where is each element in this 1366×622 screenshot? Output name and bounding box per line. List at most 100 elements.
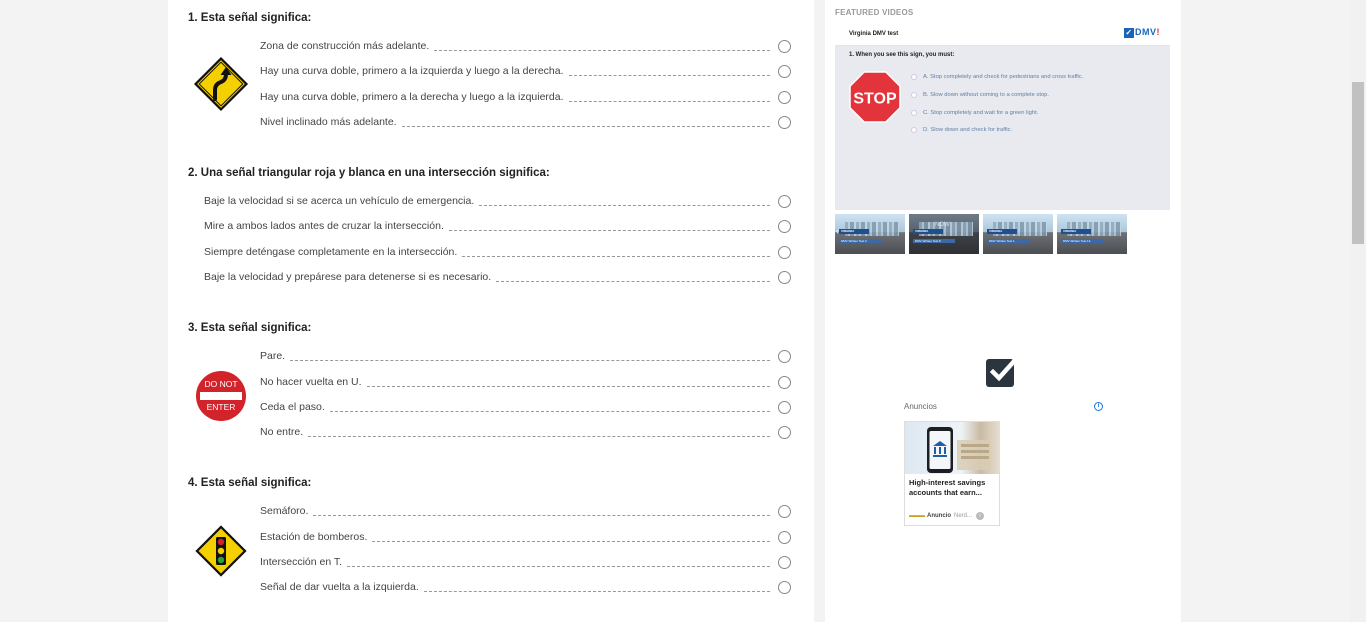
do-not-enter-sign-icon: DO NOT ENTER bbox=[196, 371, 246, 421]
leader-line bbox=[423, 590, 770, 592]
radio-button[interactable] bbox=[778, 90, 791, 104]
radio-button[interactable] bbox=[778, 194, 791, 208]
radio-button[interactable] bbox=[778, 349, 791, 363]
option-label: Intersección en T. bbox=[260, 556, 343, 568]
check-icon: ✓ bbox=[1124, 28, 1134, 38]
ad-badge: Anuncio bbox=[927, 513, 951, 519]
leader-line bbox=[434, 49, 770, 51]
ads-label: Anuncios bbox=[904, 402, 937, 411]
radio-button[interactable] bbox=[778, 400, 791, 414]
question-4-title: 4. Esta señal significa: bbox=[188, 477, 312, 489]
radio-button[interactable] bbox=[778, 219, 791, 233]
video-answer-c: C. Stop completely and wait for a green … bbox=[911, 110, 1038, 116]
option-label: No hacer vuelta en U. bbox=[260, 376, 362, 388]
q4-option-d[interactable]: Señal de dar vuelta a la izquierda. bbox=[260, 579, 791, 595]
video-thumbnail[interactable]: VIRGINIA DMV Written Test 1 bbox=[983, 214, 1053, 254]
q2-option-c[interactable]: Siempre deténgase completamente en la in… bbox=[204, 244, 791, 260]
advertiser-logo-icon: ▬▬▬ bbox=[909, 513, 925, 519]
video-title: Virginia DMV test bbox=[849, 31, 899, 37]
radio-button[interactable] bbox=[778, 580, 791, 594]
answer-text: D. Slow down and check for traffic. bbox=[923, 127, 1013, 133]
option-label: Baje la velocidad si se acerca un vehícu… bbox=[204, 195, 475, 207]
q3-option-c[interactable]: Ceda el paso. bbox=[260, 399, 791, 415]
stop-sign-text: STOP bbox=[853, 91, 897, 108]
option-label: Nivel inclinado más adelante. bbox=[260, 116, 397, 128]
sign-text-bottom: ENTER bbox=[207, 402, 236, 412]
traffic-signal-sign-icon bbox=[195, 525, 247, 577]
ad-card[interactable]: High-interest savings accounts that earn… bbox=[904, 421, 1000, 526]
thumb-tag: VIRGINIA bbox=[839, 229, 869, 234]
q2-option-b[interactable]: Mire a ambos lados antes de cruzar la in… bbox=[204, 218, 791, 234]
phone-bank-icon bbox=[927, 427, 991, 473]
option-label: Siempre deténgase completamente en la in… bbox=[204, 246, 458, 258]
video-answer-a: A. Stop completely and check for pedestr… bbox=[911, 74, 1083, 80]
radio-button[interactable] bbox=[778, 115, 791, 129]
thumb-tag: VIRGINIA bbox=[1061, 229, 1091, 234]
radio-button[interactable] bbox=[778, 425, 791, 439]
q2-option-d[interactable]: Baje la velocidad y prepárese para deten… bbox=[204, 269, 791, 285]
ad-info-icon[interactable]: i bbox=[976, 512, 985, 520]
radio-button[interactable] bbox=[778, 555, 791, 569]
leader-line bbox=[479, 204, 770, 206]
thumb-subtitle: DMV Written Test 3 bbox=[839, 239, 881, 243]
radio-button[interactable] bbox=[778, 245, 791, 259]
option-label: Semáforo. bbox=[260, 505, 309, 517]
radio-button[interactable] bbox=[778, 504, 791, 518]
video-header: Virginia DMV test ✓ DMV! bbox=[835, 22, 1170, 46]
q1-option-b[interactable]: Hay una curva doble, primero a la izquie… bbox=[260, 63, 791, 79]
question-2-title: 2. Una señal triangular roja y blanca en… bbox=[188, 167, 550, 179]
video-thumbnail[interactable]: NOW VIRGINIA DMV Written Test 8 bbox=[909, 214, 979, 254]
q3-option-a[interactable]: Pare. bbox=[260, 348, 791, 364]
answer-text: A. Stop completely and check for pedestr… bbox=[923, 74, 1084, 80]
thumb-tag: VIRGINIA bbox=[913, 229, 943, 234]
video-answer-b: B. Slow down without coming to a complet… bbox=[911, 92, 1049, 98]
leader-line bbox=[347, 565, 770, 567]
leader-line bbox=[448, 229, 770, 231]
radio-button[interactable] bbox=[778, 530, 791, 544]
q2-option-a[interactable]: Baje la velocidad si se acerca un vehícu… bbox=[204, 193, 791, 209]
leader-line bbox=[290, 359, 770, 361]
now-playing-overlay: NOW bbox=[935, 222, 950, 228]
q3-option-d[interactable]: No entre. bbox=[260, 424, 791, 440]
thumb-subtitle: DMV Written Test 1 bbox=[987, 239, 1029, 243]
dmv-logo-text: DMV bbox=[1135, 27, 1157, 37]
q4-option-b[interactable]: Estación de bomberos. bbox=[260, 529, 791, 545]
radio-button[interactable] bbox=[778, 39, 791, 53]
option-label: Zona de construcción más adelante. bbox=[260, 40, 430, 52]
thumb-tag: VIRGINIA bbox=[987, 229, 1017, 234]
option-label: Hay una curva doble, primero a la izquie… bbox=[260, 65, 564, 77]
option-label: No entre. bbox=[260, 426, 304, 438]
scrollbar-thumb[interactable] bbox=[1352, 82, 1364, 244]
ad-title[interactable]: High-interest savings accounts that earn… bbox=[909, 478, 997, 497]
radio-button[interactable] bbox=[778, 270, 791, 284]
q4-option-a[interactable]: Semáforo. bbox=[260, 503, 791, 519]
radio-dot bbox=[911, 92, 917, 98]
option-label: Hay una curva doble, primero a la derech… bbox=[260, 91, 564, 103]
leader-line bbox=[496, 280, 770, 282]
quiz-panel: 1. Esta señal significa: Zona de constru… bbox=[168, 0, 814, 622]
leader-line bbox=[462, 255, 770, 257]
q1-option-c[interactable]: Hay una curva doble, primero a la derech… bbox=[260, 89, 791, 105]
question-1-title: 1. Esta señal significa: bbox=[188, 12, 312, 24]
q3-option-b[interactable]: No hacer vuelta en U. bbox=[260, 374, 791, 390]
option-label: Pare. bbox=[260, 350, 286, 362]
page-scrollbar[interactable] bbox=[1350, 0, 1366, 622]
featured-video-player[interactable]: Virginia DMV test ✓ DMV! 1. When you see … bbox=[835, 22, 1170, 210]
option-label: Baje la velocidad y prepárese para deten… bbox=[204, 271, 492, 283]
q4-option-c[interactable]: Intersección en T. bbox=[260, 554, 791, 570]
sign-text-top: DO NOT bbox=[204, 379, 237, 389]
leader-line bbox=[308, 435, 770, 437]
video-thumbnail[interactable]: ‹ VIRGINIA DMV Written Test 3 bbox=[835, 214, 905, 254]
leader-line bbox=[568, 74, 770, 76]
q1-option-d[interactable]: Nivel inclinado más adelante. bbox=[260, 114, 791, 130]
leader-line bbox=[401, 125, 770, 127]
q1-option-a[interactable]: Zona de construcción más adelante. bbox=[260, 38, 791, 54]
video-answer-d: D. Slow down and check for traffic. bbox=[911, 127, 1012, 133]
info-icon[interactable]: i bbox=[1094, 402, 1103, 411]
answer-text: C. Stop completely and wait for a green … bbox=[923, 110, 1039, 116]
radio-button[interactable] bbox=[778, 64, 791, 78]
video-thumbnail[interactable]: VIRGINIA DMV Written Test 14 bbox=[1057, 214, 1127, 254]
option-label: Señal de dar vuelta a la izquierda. bbox=[260, 581, 419, 593]
double-curve-sign-icon bbox=[193, 56, 249, 112]
radio-button[interactable] bbox=[778, 375, 791, 389]
